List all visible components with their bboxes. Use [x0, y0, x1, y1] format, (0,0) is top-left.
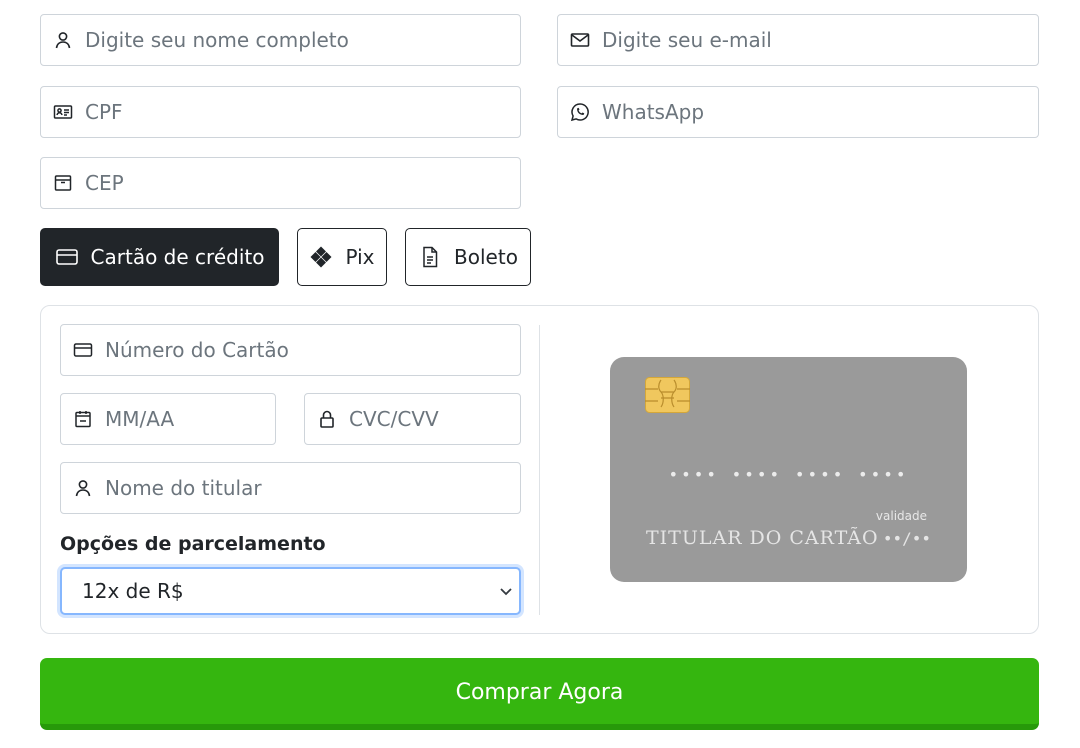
- credit-card-icon: [55, 245, 79, 269]
- installments-label: Opções de parcelamento: [60, 533, 326, 555]
- cvc-field[interactable]: [304, 393, 598, 445]
- card-preview-expiry: ••/••: [882, 529, 931, 548]
- whatsapp-icon: [570, 102, 590, 122]
- whatsapp-input[interactable]: [602, 87, 1038, 137]
- card-number-input[interactable]: [105, 325, 520, 375]
- whatsapp-field[interactable]: [557, 86, 1039, 138]
- calendar-icon: [73, 409, 93, 429]
- pix-icon: [309, 245, 333, 269]
- cep-field[interactable]: [40, 157, 521, 209]
- payment-boleto-label: Boleto: [454, 245, 518, 269]
- chevron-down-icon: [499, 584, 513, 598]
- buy-now-button[interactable]: Comprar Agora: [40, 658, 1039, 730]
- email-input[interactable]: [602, 15, 1038, 65]
- id-card-icon: [53, 102, 73, 122]
- chip-icon: [645, 377, 690, 413]
- envelope-icon: [570, 30, 590, 50]
- cep-input[interactable]: [85, 158, 520, 208]
- card-preview-validity-label: validade: [875, 509, 927, 523]
- installments-select[interactable]: 12x de R$: [60, 567, 521, 615]
- payment-credit-card-button[interactable]: Cartão de crédito: [40, 228, 279, 286]
- payment-pix-label: Pix: [345, 245, 375, 269]
- payment-boleto-button[interactable]: Boleto: [405, 228, 531, 286]
- cpf-field[interactable]: [40, 86, 521, 138]
- email-field[interactable]: [557, 14, 1039, 66]
- expiry-field[interactable]: [60, 393, 354, 445]
- card-preview: •••• •••• •••• •••• validade TITULAR DO …: [610, 357, 967, 582]
- card-preview-number: •••• •••• •••• ••••: [668, 465, 909, 484]
- user-icon: [73, 478, 93, 498]
- card-number-field[interactable]: [60, 324, 521, 376]
- cvc-input[interactable]: [349, 394, 598, 444]
- installments-selected-value: 12x de R$: [82, 579, 184, 603]
- card-preview-holder: TITULAR DO CARTÃO: [646, 527, 879, 549]
- document-icon: [418, 245, 442, 269]
- payment-credit-card-label: Cartão de crédito: [90, 245, 265, 269]
- user-icon: [53, 30, 73, 50]
- name-input[interactable]: [85, 15, 520, 65]
- panel-divider: [539, 325, 540, 615]
- lock-icon: [317, 409, 337, 429]
- cpf-input[interactable]: [85, 87, 520, 137]
- card-holder-input[interactable]: [105, 463, 520, 513]
- payment-pix-button[interactable]: Pix: [297, 228, 387, 286]
- box-icon: [53, 173, 73, 193]
- card-holder-field[interactable]: [60, 462, 521, 514]
- credit-card-icon: [73, 340, 93, 360]
- name-field[interactable]: [40, 14, 521, 66]
